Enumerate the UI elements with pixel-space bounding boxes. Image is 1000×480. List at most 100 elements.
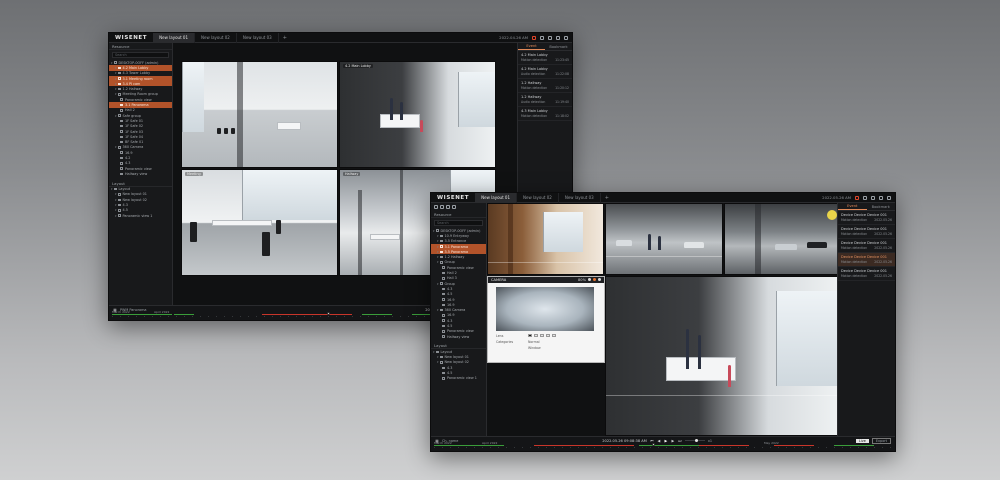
tree-item[interactable]: Hallway view	[109, 171, 172, 176]
swatch[interactable]	[546, 334, 551, 337]
chevron-icon[interactable]: ▾	[115, 71, 117, 75]
search-input[interactable]: Search	[434, 220, 483, 226]
event-item[interactable]: 1.2 Hallway Audio detection 11:19:40	[518, 93, 572, 107]
event-icon[interactable]	[452, 205, 456, 209]
chevron-icon[interactable]: ▾	[115, 198, 117, 202]
camera-tile-3[interactable]: Meeting	[181, 169, 338, 276]
event-item[interactable]: Device Device Device 001 Motion detection…	[838, 225, 895, 239]
rewind-icon[interactable]: ◀	[657, 439, 661, 443]
chevron-icon[interactable]: ▾	[115, 87, 117, 91]
title-bar: WISENET New layout 01 New layout 02 New …	[431, 193, 895, 203]
chevron-icon[interactable]: ▾	[437, 234, 439, 238]
chevron-icon[interactable]: ▾	[437, 308, 439, 312]
playhead[interactable]	[652, 443, 655, 446]
camera-icon[interactable]	[434, 205, 438, 209]
tree-item[interactable]: Panoramic view 1	[431, 376, 486, 381]
camera-icon	[120, 103, 123, 107]
chevron-icon[interactable]: ▾	[115, 208, 117, 212]
chevron-icon[interactable]: ▾	[115, 92, 117, 96]
chevron-icon[interactable]: ▾	[115, 203, 117, 207]
add-tab-button[interactable]: +	[601, 195, 613, 201]
chevron-icon[interactable]: ▾	[111, 187, 113, 191]
settings-icon[interactable]	[863, 195, 867, 200]
settings-icon[interactable]	[540, 35, 544, 40]
chevron-icon[interactable]: ▾	[115, 214, 117, 218]
chevron-icon[interactable]: ▾	[437, 260, 439, 264]
radio-option[interactable]: Normal	[528, 340, 540, 344]
chevron-icon[interactable]: ▾	[437, 250, 439, 254]
tab-new-layout-01[interactable]: New layout 01	[475, 193, 517, 203]
swatch[interactable]	[540, 334, 545, 337]
skip-start-icon[interactable]: ⏮	[650, 439, 654, 443]
tab-new-layout-02[interactable]: New layout 02	[195, 33, 237, 43]
play-icon[interactable]: ▶	[664, 439, 668, 443]
tree-item[interactable]: Hallway view	[431, 334, 486, 339]
search-icon[interactable]	[446, 205, 450, 209]
tab-bookmark[interactable]: Bookmark	[545, 43, 572, 50]
chevron-icon[interactable]: ▾	[437, 282, 439, 286]
user-icon[interactable]	[871, 195, 875, 200]
chevron-icon[interactable]: ▾	[437, 245, 439, 249]
add-tab-button[interactable]: +	[279, 35, 291, 41]
chevron-icon[interactable]: ▾	[115, 145, 117, 149]
close-icon[interactable]	[887, 195, 891, 200]
tab-event[interactable]: Event	[518, 43, 545, 50]
search-input[interactable]: Search	[112, 52, 169, 58]
chevron-icon[interactable]: ▾	[115, 114, 117, 118]
minimize-icon[interactable]	[879, 195, 883, 200]
event-item[interactable]: 4.3 Main Lobby Motion detection 11:18:02	[518, 107, 572, 121]
camera-tile-1[interactable]	[181, 61, 338, 168]
chevron-icon[interactable]: ▾	[115, 77, 117, 81]
event-item[interactable]: 4.2 Main Lobby Motion detection 11:23:45	[518, 51, 572, 65]
timeline-track[interactable]: March 2022 April 2022 May 2022	[434, 441, 892, 448]
chevron-icon[interactable]: ▾	[115, 192, 117, 196]
tree-item[interactable]: ▾ Panoramic view 1	[109, 213, 172, 218]
chevron-icon[interactable]: ▾	[433, 350, 435, 354]
user-icon[interactable]	[548, 35, 552, 40]
layout-icon[interactable]	[440, 205, 444, 209]
chevron-icon[interactable]: ▾	[111, 61, 113, 65]
fisheye-preview[interactable]	[496, 287, 594, 331]
swatch[interactable]	[552, 334, 557, 337]
camera-tile-parking-1[interactable]	[605, 203, 723, 275]
close-icon[interactable]	[598, 278, 601, 281]
camera-tile-2[interactable]: 4.2 Main Lobby	[339, 61, 496, 168]
alarm-icon[interactable]	[855, 195, 859, 200]
skip-end-icon[interactable]: ⏭	[678, 439, 682, 443]
tab-new-layout-01[interactable]: New layout 01	[153, 33, 195, 43]
fullscreen-icon[interactable]	[588, 278, 591, 281]
tab-new-layout-02[interactable]: New layout 02	[517, 193, 559, 203]
tab-new-layout-03[interactable]: New layout 03	[237, 33, 279, 43]
chevron-icon[interactable]: ▾	[115, 66, 117, 70]
chevron-icon[interactable]: ▾	[437, 355, 439, 359]
swatch-row[interactable]	[528, 334, 557, 338]
chevron-icon[interactable]: ▾	[115, 82, 117, 86]
swatch[interactable]	[528, 334, 532, 337]
live-button[interactable]: Live	[855, 438, 869, 443]
event-item[interactable]: 1.2 Hallway Motion detection 11:20:12	[518, 79, 572, 93]
tab-new-layout-03[interactable]: New layout 03	[559, 193, 601, 203]
chevron-icon[interactable]: ▾	[433, 229, 435, 233]
volume-slider[interactable]	[684, 438, 705, 442]
event-item[interactable]: Device Device Device 001 Motion detection…	[838, 239, 895, 253]
alarm-icon[interactable]	[532, 35, 536, 40]
event-item[interactable]: Device Device Device 001 Motion detection…	[838, 211, 895, 225]
chevron-icon[interactable]: ▾	[437, 239, 439, 243]
minimize-icon[interactable]	[556, 35, 560, 40]
event-item[interactable]: Device Device Device 001 Motion detection…	[838, 267, 895, 281]
export-button[interactable]: Export	[871, 437, 892, 444]
chevron-icon[interactable]: ▾	[437, 255, 439, 259]
record-icon[interactable]	[593, 278, 596, 281]
forward-icon[interactable]: ▶	[671, 439, 675, 443]
chevron-icon[interactable]: ▾	[437, 360, 439, 364]
camera-tile-main-lobby[interactable]	[605, 276, 839, 436]
tab-bookmark[interactable]: Bookmark	[867, 203, 896, 210]
playhead[interactable]	[327, 312, 330, 315]
camera-tile-corridor[interactable]	[487, 203, 604, 275]
swatch[interactable]	[534, 334, 539, 337]
tab-event[interactable]: Event	[838, 203, 867, 210]
event-item[interactable]: Device Device Device 001 Motion detection…	[838, 253, 895, 267]
event-item[interactable]: 4.2 Main Lobby Audio detection 11:22:08	[518, 65, 572, 79]
camera-tile-parking-2[interactable]	[724, 203, 839, 275]
close-icon[interactable]	[564, 35, 568, 40]
